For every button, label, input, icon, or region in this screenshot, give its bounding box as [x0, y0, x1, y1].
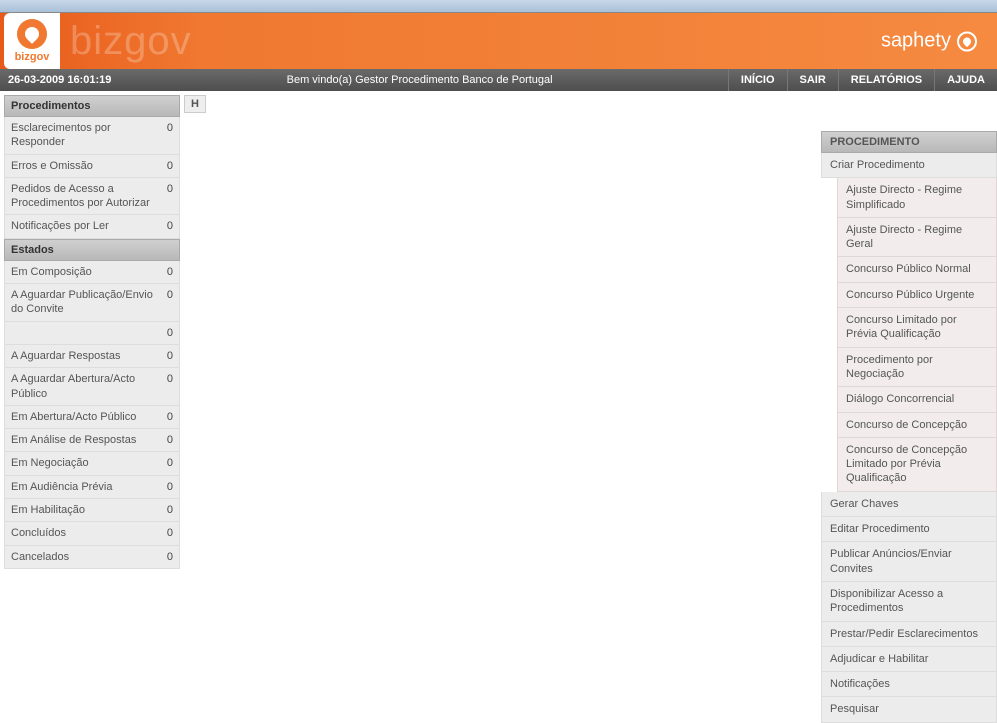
brand-icon	[957, 31, 977, 51]
criar-sub-item[interactable]: Ajuste Directo - Regime Geral	[837, 218, 997, 258]
procedimentos-header: Procedimentos	[4, 95, 180, 117]
item-count: 0	[157, 159, 173, 173]
criar-sub-item[interactable]: Ajuste Directo - Regime Simplificado	[837, 178, 997, 218]
procedimentos-item[interactable]: Esclarecimentos por Responder0	[4, 117, 180, 155]
welcome-message: Bem vindo(a) Gestor Procedimento Banco d…	[111, 74, 728, 86]
estados-item[interactable]: Em Habilitação0	[4, 499, 180, 522]
criar-sub-item[interactable]: Procedimento por Negociação	[837, 348, 997, 388]
nav-sair[interactable]: SAIR	[787, 69, 838, 91]
procedimento-action[interactable]: Editar Procedimento	[821, 517, 997, 542]
topbar: 26-03-2009 16:01:19 Bem vindo(a) Gestor …	[0, 69, 997, 91]
procedimento-actions: Gerar ChavesEditar ProcedimentoPublicar …	[821, 492, 997, 723]
procedimento-action[interactable]: Pesquisar	[821, 697, 997, 722]
estados-item[interactable]: Em Composição0	[4, 261, 180, 284]
item-count: 0	[157, 480, 173, 494]
item-count: 0	[157, 503, 173, 517]
criar-submenu: Ajuste Directo - Regime SimplificadoAjus…	[821, 178, 997, 491]
nav-ajuda[interactable]: AJUDA	[934, 69, 997, 91]
estados-item[interactable]: A Aguardar Publicação/Envio do Convite0	[4, 284, 180, 322]
procedimentos-list: Esclarecimentos por Responder0Erros e Om…	[4, 117, 180, 239]
estados-item[interactable]: Em Audiência Prévia0	[4, 476, 180, 499]
procedimentos-item[interactable]: Erros e Omissão0	[4, 155, 180, 178]
browser-chrome	[0, 0, 997, 13]
item-label: Concluídos	[11, 526, 157, 540]
item-label: A Aguardar Respostas	[11, 349, 157, 363]
main-area: H	[180, 91, 821, 117]
item-count: 0	[157, 526, 173, 540]
brand-label: saphety	[881, 30, 951, 53]
item-count: 0	[157, 265, 173, 279]
estados-header: Estados	[4, 239, 180, 261]
logo-text: bizgov	[15, 51, 50, 63]
logo-icon	[17, 19, 47, 49]
procedimento-action[interactable]: Prestar/Pedir Esclarecimentos	[821, 622, 997, 647]
item-label: Em Abertura/Acto Público	[11, 410, 157, 424]
criar-sub-item[interactable]: Diálogo Concorrencial	[837, 387, 997, 412]
criar-sub-item[interactable]: Concurso de Concepção Limitado por Prévi…	[837, 438, 997, 492]
item-count: 0	[157, 349, 173, 363]
estados-item[interactable]: Concluídos0	[4, 522, 180, 545]
procedimento-action[interactable]: Disponibilizar Acesso a Procedimentos	[821, 582, 997, 622]
item-count: 0	[157, 121, 173, 150]
item-count: 0	[157, 410, 173, 424]
criar-procedimento[interactable]: Criar Procedimento	[821, 153, 997, 178]
criar-sub-item[interactable]: Concurso Limitado por Prévia Qualificaçã…	[837, 308, 997, 348]
item-label: Erros e Omissão	[11, 159, 157, 173]
item-label: Notificações por Ler	[11, 219, 157, 233]
criar-sub-item[interactable]: Concurso Público Normal	[837, 257, 997, 282]
sidebar-right: PROCEDIMENTO Criar Procedimento Ajuste D…	[821, 91, 997, 723]
item-label: Em Audiência Prévia	[11, 480, 157, 494]
procedimento-menu-header: PROCEDIMENTO	[821, 131, 997, 153]
item-label: A Aguardar Publicação/Envio do Convite	[11, 288, 157, 317]
item-label: Em Análise de Respostas	[11, 433, 157, 447]
estados-item[interactable]: A Aguardar Respostas0	[4, 345, 180, 368]
procedimento-action[interactable]: Adjudicar e Habilitar	[821, 647, 997, 672]
procedimentos-item[interactable]: Notificações por Ler0	[4, 215, 180, 238]
estados-item[interactable]: Em Análise de Respostas0	[4, 429, 180, 452]
item-count: 0	[157, 326, 173, 340]
nav-inicio[interactable]: INÍCIO	[728, 69, 787, 91]
estados-item[interactable]: A Aguardar Abertura/Acto Público0	[4, 368, 180, 406]
item-label: Pedidos de Acesso a Procedimentos por Au…	[11, 182, 157, 211]
item-count: 0	[157, 456, 173, 470]
item-count: 0	[157, 550, 173, 564]
item-label: A Aguardar Abertura/Acto Público	[11, 372, 157, 401]
item-label: Cancelados	[11, 550, 157, 564]
watermark: bizgov	[70, 19, 192, 64]
sidebar-left: Procedimentos Esclarecimentos por Respon…	[0, 91, 180, 569]
item-count: 0	[157, 182, 173, 211]
procedimentos-item[interactable]: Pedidos de Acesso a Procedimentos por Au…	[4, 178, 180, 216]
top-nav: INÍCIO SAIR RELATÓRIOS AJUDA	[728, 69, 997, 91]
estados-item[interactable]: Em Abertura/Acto Público0	[4, 406, 180, 429]
item-count: 0	[157, 219, 173, 233]
procedimento-action[interactable]: Publicar Anúncios/Enviar Convites	[821, 542, 997, 582]
item-count: 0	[157, 433, 173, 447]
item-count: 0	[157, 372, 173, 401]
breadcrumb[interactable]: H	[184, 95, 206, 113]
timestamp: 26-03-2009 16:01:19	[0, 74, 111, 86]
estados-list: Em Composição0A Aguardar Publicação/Envi…	[4, 261, 180, 569]
item-label: Em Negociação	[11, 456, 157, 470]
criar-sub-item[interactable]: Concurso de Concepção	[837, 413, 997, 438]
estados-item[interactable]: Em Negociação0	[4, 452, 180, 475]
estados-item[interactable]: Cancelados0	[4, 546, 180, 569]
header-banner: bizgov bizgov saphety	[0, 13, 997, 69]
item-label: Esclarecimentos por Responder	[11, 121, 157, 150]
item-count: 0	[157, 288, 173, 317]
logo-bizgov: bizgov	[4, 13, 60, 69]
brand-saphety: saphety	[881, 30, 977, 53]
nav-relatorios[interactable]: RELATÓRIOS	[838, 69, 934, 91]
procedimento-action[interactable]: Gerar Chaves	[821, 492, 997, 517]
estados-item-extra[interactable]: 0	[4, 322, 180, 345]
item-label: Em Habilitação	[11, 503, 157, 517]
procedimento-action[interactable]: Notificações	[821, 672, 997, 697]
criar-sub-item[interactable]: Concurso Público Urgente	[837, 283, 997, 308]
item-label: Em Composição	[11, 265, 157, 279]
